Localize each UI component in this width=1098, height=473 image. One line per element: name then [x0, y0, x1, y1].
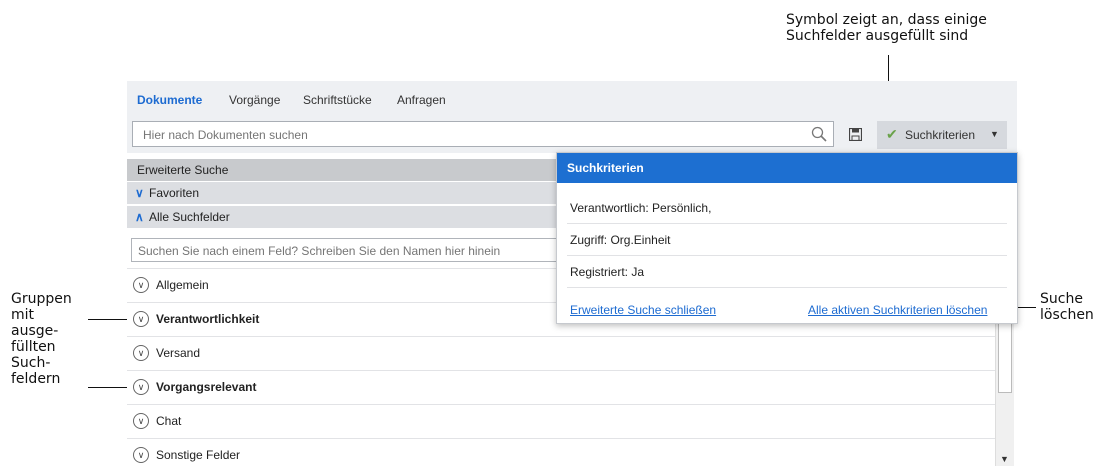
- group-chat[interactable]: ∨ Chat: [127, 404, 995, 439]
- annotation-left-line-4: füllten: [11, 339, 56, 355]
- annotation-left-line-2: mit: [11, 307, 35, 323]
- scroll-down-icon[interactable]: ▼: [1000, 454, 1009, 464]
- tab-anfragen[interactable]: Anfragen: [397, 93, 446, 107]
- search-criteria-label: Suchkriterien: [905, 128, 976, 142]
- expand-circle-icon: ∨: [133, 413, 149, 429]
- tab-schriftstuecke[interactable]: Schriftstücke: [303, 93, 372, 107]
- favorites-label: Favoriten: [149, 186, 200, 200]
- annotation-top-line-1: Symbol zeigt an, dass einige: [786, 12, 987, 28]
- expand-circle-icon: ∨: [133, 311, 149, 327]
- criteria-row: Zugriff: Org.Einheit: [567, 223, 1007, 256]
- annotation-right-line-1: Suche: [1040, 291, 1083, 307]
- save-icon[interactable]: [848, 127, 863, 144]
- expand-circle-icon: ∨: [133, 379, 149, 395]
- chevron-up-icon: ∧: [135, 210, 144, 224]
- annotation-left: Gruppen mit ausge- füllten Such- feldern: [11, 291, 91, 387]
- scrollbar-thumb[interactable]: [998, 323, 1012, 393]
- annotation-right: Suche löschen: [1040, 291, 1096, 323]
- criteria-row: Verantwortlich: Persönlich,: [567, 191, 1007, 224]
- annotation-left-line-1: Gruppen: [11, 291, 72, 307]
- criteria-text: Registriert: Ja: [570, 265, 645, 279]
- expand-circle-icon: ∨: [133, 345, 149, 361]
- document-search-input[interactable]: [141, 125, 805, 145]
- annotation-left-line-6: feldern: [11, 371, 61, 387]
- field-search-box: [131, 238, 561, 262]
- group-label: Vorgangsrelevant: [156, 380, 257, 394]
- search-icon[interactable]: [811, 126, 827, 145]
- criteria-text: Verantwortlich: Persönlich,: [570, 201, 712, 215]
- annotation-top: Symbol zeigt an, dass einige Suchfelder …: [786, 12, 1026, 44]
- group-label: Sonstige Felder: [156, 448, 241, 462]
- dropdown-arrow-icon: ▼: [990, 129, 999, 139]
- document-search-box: [132, 121, 834, 147]
- search-criteria-popup: Suchkriterien Verantwortlich: Persönlich…: [556, 152, 1018, 324]
- expand-circle-icon: ∨: [133, 447, 149, 463]
- group-versand[interactable]: ∨ Versand: [127, 336, 995, 371]
- group-sonstige-felder[interactable]: ∨ Sonstige Felder: [127, 438, 995, 473]
- clear-all-criteria-link[interactable]: Alle aktiven Suchkriterien löschen: [808, 303, 987, 317]
- annotation-left-line-3: ausge-: [11, 323, 59, 339]
- chevron-down-icon: ∨: [135, 186, 144, 200]
- group-label: Chat: [156, 414, 182, 428]
- annotation-left-line-5: Such-: [11, 355, 51, 371]
- close-advanced-search-link[interactable]: Erweiterte Suche schließen: [570, 303, 716, 317]
- check-icon: ✔: [886, 126, 898, 142]
- expand-circle-icon: ∨: [133, 277, 149, 293]
- group-label: Verantwortlichkeit: [156, 312, 260, 326]
- search-criteria-button[interactable]: ✔ Suchkriterien ▼: [877, 121, 1007, 149]
- group-label: Versand: [156, 346, 201, 360]
- criteria-text: Zugriff: Org.Einheit: [570, 233, 671, 247]
- popup-header: Suchkriterien: [557, 153, 1017, 183]
- tab-vorgaenge[interactable]: Vorgänge: [229, 93, 280, 107]
- field-search-input[interactable]: [136, 242, 560, 260]
- advanced-search-label: Erweiterte Suche: [137, 163, 229, 177]
- annotation-top-line-2: Suchfelder ausgefüllt sind: [786, 28, 969, 44]
- all-fields-label: Alle Suchfelder: [149, 210, 230, 224]
- annotation-right-line-2: löschen: [1040, 307, 1094, 323]
- popup-title: Suchkriterien: [567, 161, 644, 175]
- tab-dokumente[interactable]: Dokumente: [137, 93, 202, 107]
- vertical-scrollbar[interactable]: ▼: [995, 323, 1014, 466]
- group-vorgangsrelevant[interactable]: ∨ Vorgangsrelevant: [127, 370, 995, 405]
- criteria-row: Registriert: Ja: [567, 255, 1007, 288]
- tab-bar: Dokumente Vorgänge Schriftstücke Anfrage…: [127, 81, 1017, 117]
- group-label: Allgemein: [156, 278, 209, 292]
